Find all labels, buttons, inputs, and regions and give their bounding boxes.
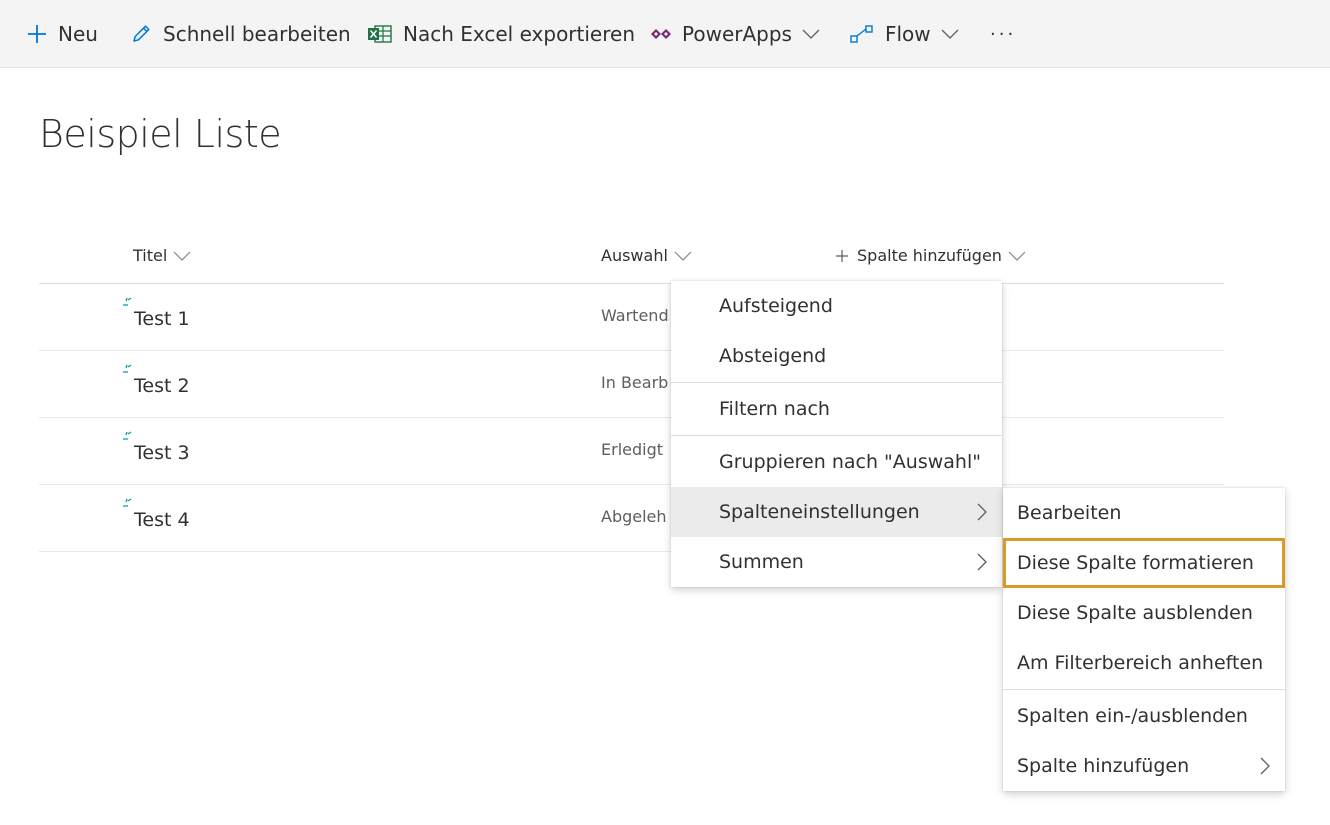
- chevron-down-icon: [173, 250, 191, 262]
- more-button[interactable]: ···: [990, 18, 1016, 50]
- column-header-label: Auswahl: [601, 246, 668, 265]
- excel-icon: [367, 23, 393, 45]
- menu-item-label: Diese Spalte ausblenden: [1017, 602, 1253, 624]
- menu-item-filter[interactable]: Filtern nach: [671, 384, 1002, 434]
- more-icon: ···: [990, 23, 1017, 45]
- powerapps-icon: [650, 23, 672, 45]
- export-excel-label: Nach Excel exportieren: [403, 22, 635, 46]
- menu-item-label: Spalten ein-/ausblenden: [1017, 705, 1248, 727]
- page-title: Beispiel Liste: [39, 112, 282, 156]
- chevron-down-icon: [802, 28, 820, 40]
- menu-item-label: Am Filterbereich anheften: [1017, 652, 1264, 674]
- menu-divider: [671, 435, 1002, 436]
- row-title[interactable]: Test 4: [134, 509, 190, 531]
- column-context-menu: Aufsteigend Absteigend Filtern nach Grup…: [671, 281, 1002, 587]
- new-label: Neu: [58, 22, 98, 46]
- row-choice: Abgeleh: [601, 507, 667, 526]
- menu-divider: [1003, 689, 1285, 690]
- table-row[interactable]: Test 2 In Bearb: [39, 351, 1224, 418]
- new-item-icon: [121, 497, 135, 516]
- column-header-label: Titel: [133, 246, 168, 265]
- menu-item-sort-ascending[interactable]: Aufsteigend: [671, 281, 1002, 331]
- menu-item-label: Absteigend: [719, 345, 827, 367]
- row-choice: In Bearb: [601, 373, 669, 392]
- export-excel-button[interactable]: Nach Excel exportieren: [367, 18, 635, 50]
- column-header-label: Spalte hinzufügen: [857, 246, 1002, 265]
- menu-divider: [671, 382, 1002, 383]
- table-row[interactable]: Test 3 Erledigt: [39, 418, 1224, 485]
- menu-item-label: Spalteneinstellungen: [719, 501, 920, 523]
- menu-item-label: Aufsteigend: [719, 295, 833, 317]
- menu-item-label: Summen: [719, 551, 804, 573]
- new-item-icon: [121, 430, 135, 449]
- menu-item-totals[interactable]: Summen: [671, 537, 1002, 587]
- menu-item-sort-descending[interactable]: Absteigend: [671, 331, 1002, 381]
- plus-icon: [835, 249, 849, 263]
- column-header-title[interactable]: Titel: [133, 246, 191, 265]
- chevron-down-icon: [1008, 250, 1026, 262]
- menu-item-column-settings[interactable]: Spalteneinstellungen: [671, 487, 1002, 537]
- column-header-choice[interactable]: Auswahl: [601, 246, 692, 265]
- row-title[interactable]: Test 3: [134, 442, 190, 464]
- column-settings-submenu: Bearbeiten Diese Spalte formatieren Dies…: [1003, 488, 1285, 791]
- submenu-item-format-column[interactable]: Diese Spalte formatieren: [1003, 538, 1285, 588]
- command-bar: Neu Schnell bearbeiten Nach Excel export…: [0, 0, 1330, 68]
- submenu-item-edit[interactable]: Bearbeiten: [1003, 488, 1285, 538]
- menu-item-label: Gruppieren nach "Auswahl": [719, 451, 981, 473]
- submenu-item-add-column[interactable]: Spalte hinzufügen: [1003, 741, 1285, 791]
- pencil-icon: [129, 22, 153, 46]
- menu-item-label: Filtern nach: [719, 398, 830, 420]
- chevron-right-icon: [1259, 756, 1271, 781]
- menu-item-label: Bearbeiten: [1017, 502, 1122, 524]
- submenu-item-hide-column[interactable]: Diese Spalte ausblenden: [1003, 588, 1285, 638]
- table-row[interactable]: Test 1 Wartend: [39, 284, 1224, 351]
- powerapps-button[interactable]: PowerApps: [650, 18, 820, 50]
- chevron-right-icon: [976, 502, 988, 527]
- quick-edit-label: Schnell bearbeiten: [163, 22, 351, 46]
- chevron-down-icon: [941, 28, 959, 40]
- new-button[interactable]: Neu: [26, 18, 98, 50]
- plus-icon: [26, 23, 48, 45]
- menu-item-label: Diese Spalte formatieren: [1017, 552, 1254, 574]
- powerapps-label: PowerApps: [682, 22, 792, 46]
- chevron-right-icon: [976, 552, 988, 577]
- flow-label: Flow: [885, 22, 931, 46]
- row-title[interactable]: Test 1: [134, 308, 190, 330]
- submenu-item-show-hide-columns[interactable]: Spalten ein-/ausblenden: [1003, 691, 1285, 741]
- quick-edit-button[interactable]: Schnell bearbeiten: [129, 18, 351, 50]
- new-item-icon: [121, 296, 135, 315]
- new-item-icon: [121, 363, 135, 382]
- row-choice: Wartend: [601, 306, 669, 325]
- flow-button[interactable]: Flow: [849, 18, 959, 50]
- add-column-header[interactable]: Spalte hinzufügen: [835, 246, 1026, 265]
- flow-icon: [849, 23, 875, 45]
- menu-item-label: Spalte hinzufügen: [1017, 755, 1190, 777]
- chevron-down-icon: [674, 250, 692, 262]
- row-choice: Erledigt: [601, 440, 664, 459]
- submenu-item-pin-filter-pane[interactable]: Am Filterbereich anheften: [1003, 638, 1285, 688]
- menu-item-group-by[interactable]: Gruppieren nach "Auswahl": [671, 437, 1002, 487]
- row-title[interactable]: Test 2: [134, 375, 190, 397]
